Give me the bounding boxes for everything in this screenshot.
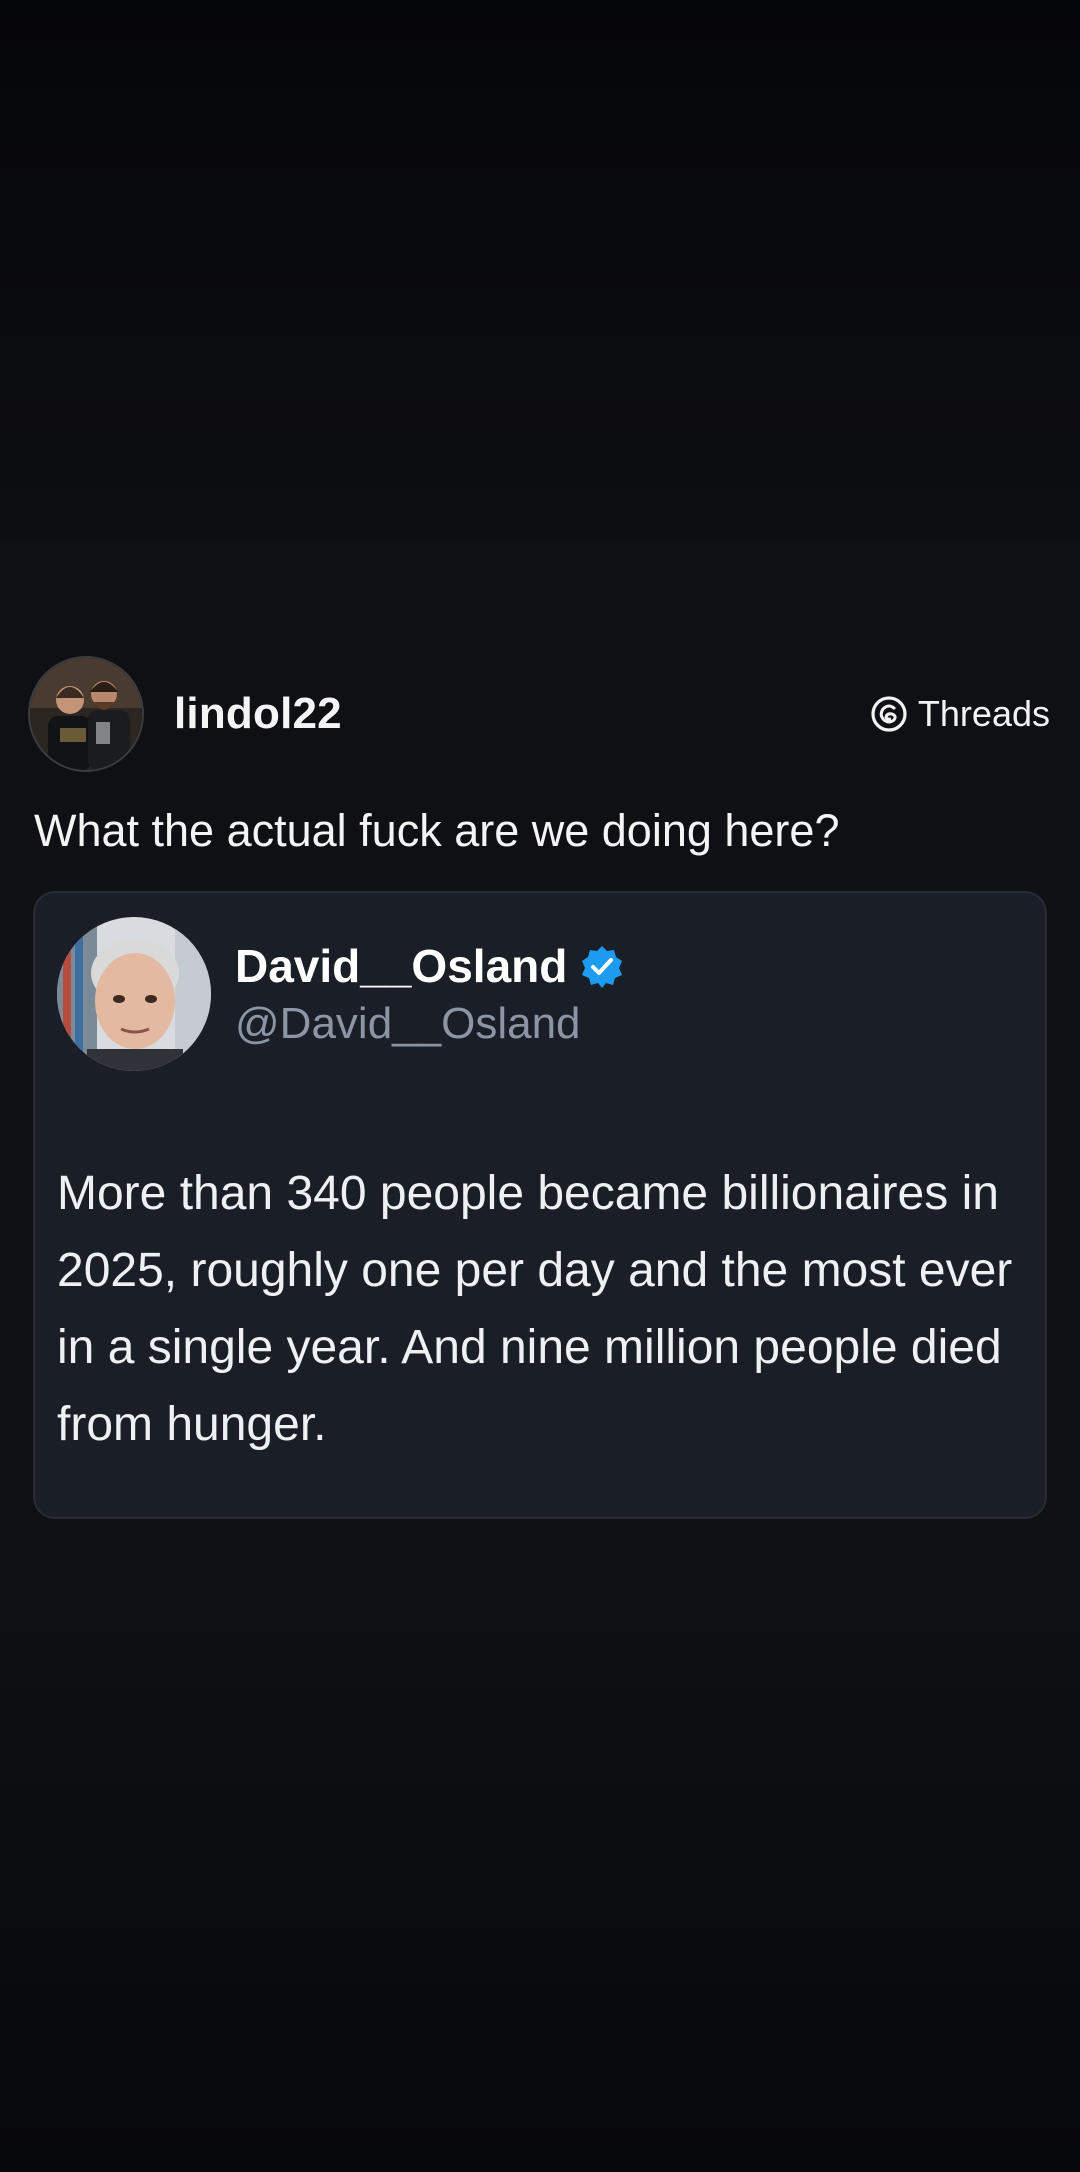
quoted-handle[interactable]: @David__Osland [235, 999, 625, 1049]
profile-photo-man-icon [57, 917, 211, 1071]
avatar[interactable] [28, 656, 144, 772]
threads-label: Threads [917, 693, 1050, 734]
username[interactable]: lindol22 [174, 689, 342, 739]
threads-post: lindol22 Threads What the actual fuck ar… [0, 540, 1080, 1590]
top-dark-area [0, 0, 1080, 540]
quoted-post-header: David__Osland @David__Osland [57, 917, 625, 1071]
post-text: What the actual fuck are we doing here? [34, 805, 840, 856]
threads-watermark: Threads [870, 693, 1050, 735]
post-header: lindol22 Threads [28, 655, 1052, 773]
quoted-name-row: David__Osland [235, 939, 625, 993]
bottom-dark-area [0, 1590, 1080, 2172]
quoted-post-card[interactable]: David__Osland @David__Osland More than 3… [33, 891, 1047, 1519]
quoted-avatar[interactable] [57, 917, 211, 1071]
verified-badge-icon [582, 946, 623, 988]
quoted-author: David__Osland @David__Osland [235, 939, 625, 1049]
quoted-display-name[interactable]: David__Osland [235, 939, 567, 993]
quoted-post-text: More than 340 people became billionaires… [57, 1167, 1013, 1451]
profile-photo-icon [30, 658, 142, 770]
threads-logo-icon [871, 696, 907, 732]
